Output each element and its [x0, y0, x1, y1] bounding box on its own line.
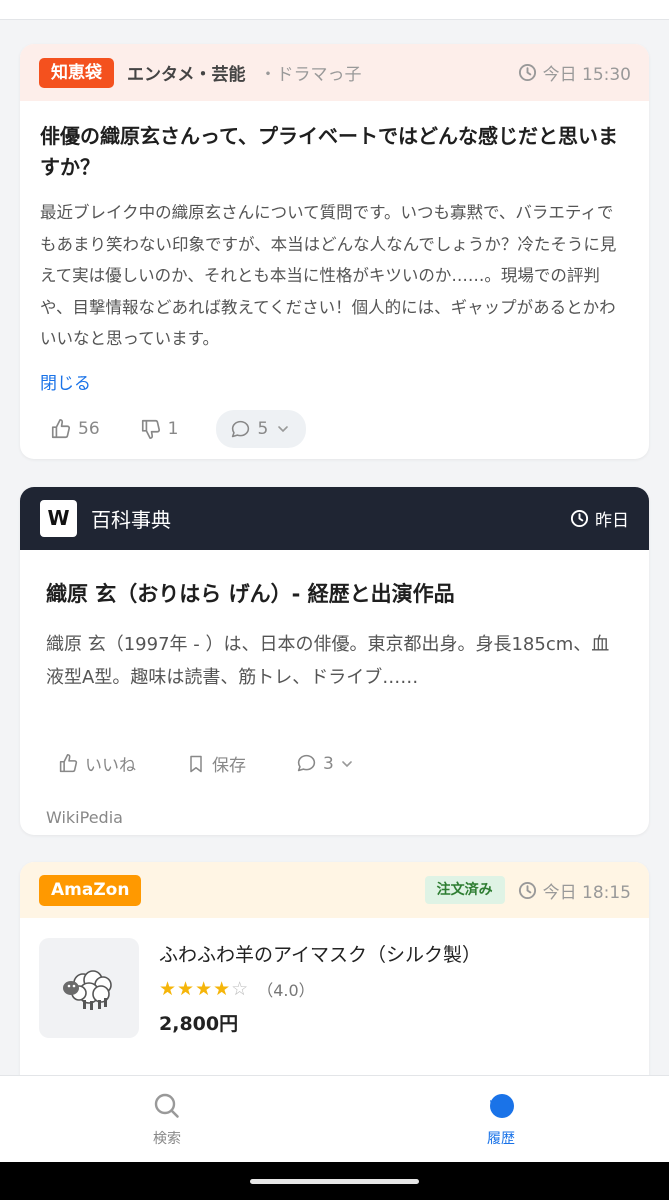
clock-icon [518, 63, 536, 82]
star-rating: ★★★★☆ [159, 978, 249, 1000]
nav-search[interactable]: 検索 [137, 1092, 197, 1148]
nav-history[interactable]: 履歴 [471, 1092, 531, 1148]
save-label: 保存 [212, 756, 246, 776]
question-actions: 56 1 5 [50, 410, 307, 448]
like-button[interactable]: 56 [50, 418, 100, 440]
amazon-card-header: AmaZon 注文済み 今日 18:15 [20, 862, 649, 918]
top-strip [0, 0, 669, 20]
system-navigation-bar [0, 1162, 669, 1200]
article-source[interactable]: WikiPedia [46, 808, 123, 827]
save-button[interactable]: 保存 [186, 751, 246, 776]
order-status-badge: 注文済み [424, 876, 505, 904]
answers-toggle[interactable]: 5 [216, 410, 307, 448]
clock-icon [518, 881, 536, 899]
nav-history-label: 履歴 [487, 1131, 515, 1147]
order-time-text: 今日 18:15 [542, 882, 631, 903]
comment-count: 3 [323, 753, 334, 774]
order-time: 今日 18:15 [518, 878, 631, 903]
rating-value: （4.0） [257, 981, 315, 1000]
thumbs-up-icon [51, 419, 71, 439]
bottom-nav: 検索 履歴 [0, 1075, 669, 1162]
like-button[interactable]: いいね [58, 751, 136, 776]
question-title[interactable]: 俳優の織原玄さんって、プライベートではどんな感じだと思いますか？ [40, 121, 629, 183]
chiebukuro-card-header: 知恵袋 エンタメ・芸能 ・ドラマっ子 今日 15:30 [20, 44, 649, 101]
product-name[interactable]: ふわふわ羊のアイマスク（シルク製） [159, 940, 481, 967]
amazon-order-card[interactable]: AmaZon 注文済み 今日 18:15 ふわふわ羊のアイマスク（シルク製） ★… [20, 862, 649, 1075]
article-actions: いいね 保存 3 [58, 751, 404, 776]
article-time-text: 昨日 [595, 511, 629, 531]
article-title[interactable]: 織原 玄（おりはら げん）- 経歴と出演作品 [46, 578, 623, 608]
star-empty-icon: ☆ [231, 978, 250, 1000]
history-icon [490, 1094, 514, 1118]
chiebukuro-badge: 知恵袋 [39, 57, 114, 88]
encyclopedia-card-header: W 百科事典 昨日 [20, 487, 649, 550]
question-time-text: 今日 15:30 [542, 65, 631, 85]
like-count: 56 [78, 419, 100, 439]
history-feed[interactable]: 知恵袋 エンタメ・芸能 ・ドラマっ子 今日 15:30 俳優の織原玄さんって、プ… [0, 20, 669, 1075]
chiebukuro-card[interactable]: 知恵袋 エンタメ・芸能 ・ドラマっ子 今日 15:30 俳優の織原玄さんって、プ… [20, 44, 649, 459]
sheep-icon [63, 970, 112, 1010]
close-link[interactable]: 閉じる [40, 369, 91, 394]
chevron-down-icon [278, 426, 289, 433]
nav-search-label: 検索 [153, 1131, 181, 1147]
chevron-down-icon [342, 760, 352, 767]
question-category[interactable]: エンタメ・芸能 [127, 60, 246, 85]
like-label: いいね [85, 756, 136, 776]
dislike-button[interactable]: 1 [140, 418, 179, 440]
thumbs-up-icon [59, 753, 78, 773]
product-info: ふわふわ羊のアイマスク（シルク製） ★★★★☆ （4.0） 2,800円 [159, 938, 481, 1038]
comment-icon [232, 420, 250, 437]
product-row[interactable]: ふわふわ羊のアイマスク（シルク製） ★★★★☆ （4.0） 2,800円 [39, 938, 481, 1038]
comment-icon [297, 754, 316, 772]
product-thumbnail[interactable] [39, 938, 139, 1038]
home-indicator[interactable] [250, 1179, 419, 1184]
wiki-logo: W [40, 500, 77, 537]
clock-icon [570, 509, 589, 528]
article-excerpt: 織原 玄（1997年 - ）は、日本の俳優。東京都出身。身長185cm、血液型A… [46, 634, 610, 688]
answer-count: 5 [257, 419, 269, 439]
search-icon [154, 1093, 179, 1118]
amazon-badge: AmaZon [39, 874, 142, 906]
product-rating: ★★★★☆ （4.0） [159, 977, 481, 1001]
question-user: ・ドラマっ子 [259, 65, 362, 85]
bookmark-icon [190, 755, 202, 772]
comments-toggle[interactable]: 3 [296, 753, 354, 774]
product-price: 2,800円 [159, 1013, 239, 1035]
question-time: 今日 15:30 [518, 60, 631, 85]
star-icon: ★★★★ [159, 978, 232, 1000]
encyclopedia-card[interactable]: W 百科事典 昨日 織原 玄（おりはら げん）- 経歴と出演作品 織原 玄（19… [20, 487, 649, 835]
article-time: 昨日 [570, 506, 629, 531]
thumbs-down-icon [141, 419, 160, 439]
encyclopedia-label: 百科事典 [91, 508, 171, 532]
dislike-count: 1 [167, 419, 179, 439]
question-body: 最近ブレイク中の織原玄さんについて質問です。いつも寡黙で、バラエティでもあまり笑… [40, 203, 617, 348]
